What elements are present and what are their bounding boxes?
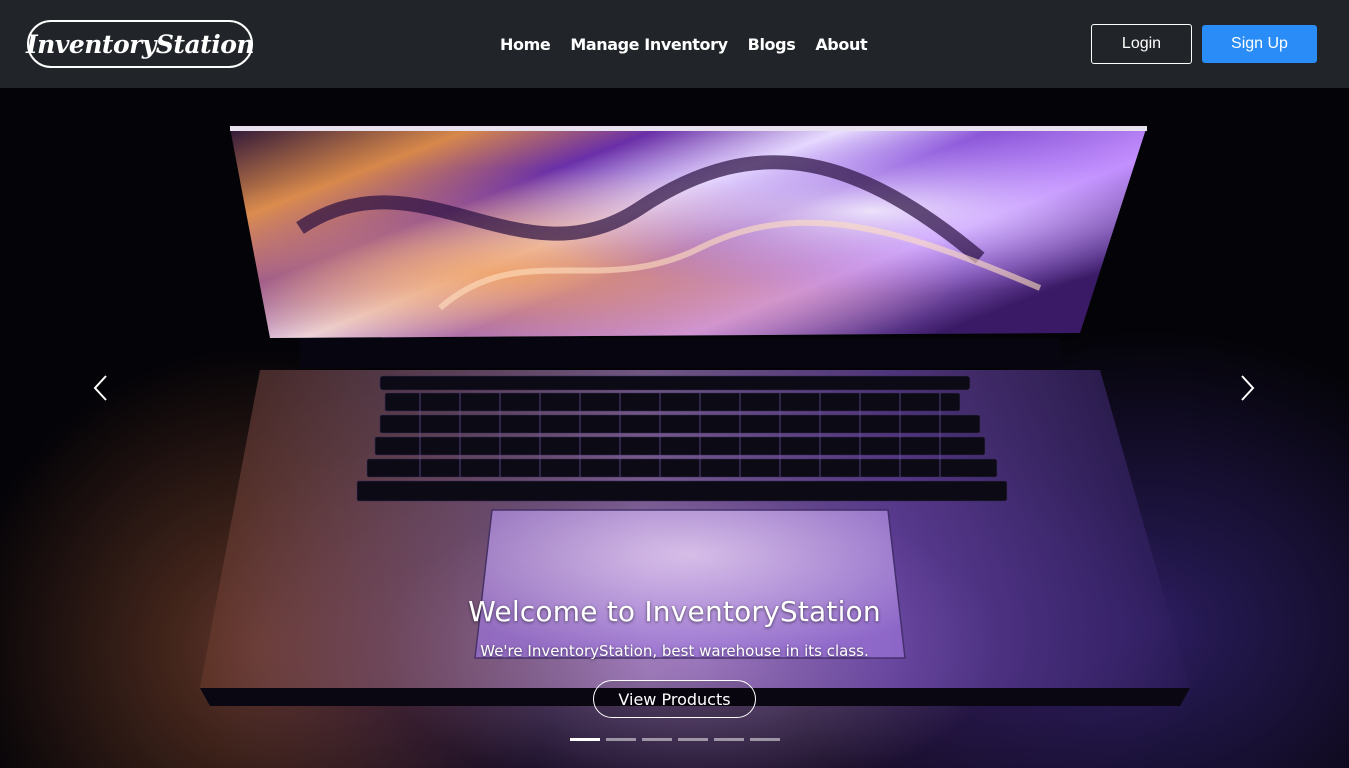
nav-link-about[interactable]: About	[815, 35, 867, 54]
carousel-indicator[interactable]	[750, 738, 780, 741]
carousel-indicator[interactable]	[606, 738, 636, 741]
nav-link-manage-inventory[interactable]: Manage Inventory	[570, 35, 728, 54]
login-button[interactable]: Login	[1091, 24, 1192, 64]
carousel-prev-button[interactable]	[81, 368, 121, 408]
signup-button[interactable]: Sign Up	[1202, 25, 1317, 63]
nav-link-blogs[interactable]: Blogs	[748, 35, 796, 54]
carousel-indicators	[570, 738, 780, 741]
carousel-indicator[interactable]	[714, 738, 744, 741]
carousel-next-button[interactable]	[1227, 368, 1267, 408]
chevron-left-icon	[93, 375, 107, 401]
navbar: InventoryStation Home Manage Inventory B…	[0, 0, 1349, 88]
chevron-right-icon	[1241, 375, 1255, 401]
nav-link-home[interactable]: Home	[500, 35, 551, 54]
nav-links: Home Manage Inventory Blogs About	[500, 30, 868, 58]
hero-title: Welcome to InventoryStation	[468, 595, 881, 628]
hero-subtitle: We're InventoryStation, best warehouse i…	[480, 642, 869, 660]
carousel-indicator[interactable]	[570, 738, 600, 741]
laptop-image	[200, 126, 1190, 706]
view-products-button[interactable]: View Products	[593, 680, 756, 718]
carousel-indicator[interactable]	[678, 738, 708, 741]
carousel-indicator[interactable]	[642, 738, 672, 741]
brand-logo[interactable]: InventoryStation	[26, 20, 255, 68]
hero-carousel: Welcome to InventoryStation We're Invent…	[0, 88, 1349, 768]
